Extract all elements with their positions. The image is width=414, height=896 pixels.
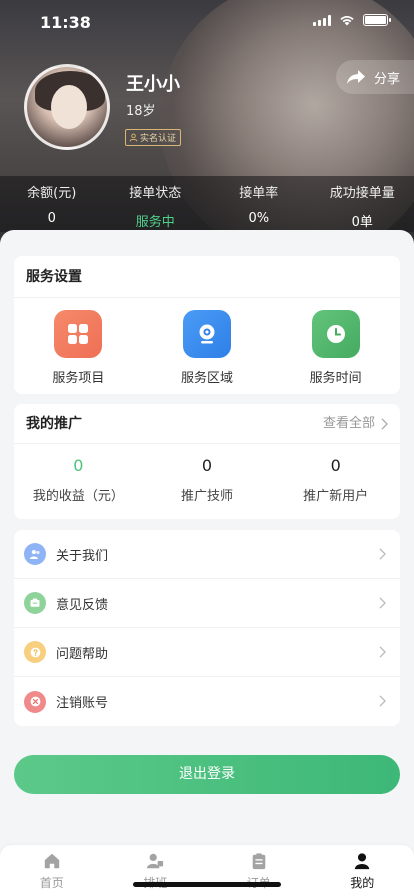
service-item-label: 服务项目 — [52, 371, 105, 386]
users-icon — [24, 543, 46, 565]
share-label: 分享 — [374, 71, 401, 87]
stat-value: 服务中 — [135, 215, 175, 230]
user-name: 王小小 — [126, 74, 180, 95]
tab-label: 我的 — [350, 876, 375, 890]
chevron-right-icon — [379, 695, 386, 707]
person-badge-icon — [129, 133, 138, 142]
verified-badge: 实名认证 — [125, 129, 182, 146]
stat-balance[interactable]: 余额(元) 0 — [0, 176, 104, 232]
verified-label: 实名认证 — [140, 134, 177, 144]
chevron-right-icon — [379, 597, 386, 609]
wifi-icon — [340, 16, 354, 26]
promotion-card: 我的推广 查看全部 0 我的收益（元） 0 推广技师 0 推广新用户 — [14, 404, 400, 519]
avatar[interactable] — [24, 64, 110, 150]
chevron-right-icon — [379, 548, 386, 560]
stat-value: 0% — [248, 211, 270, 226]
stat-value: 0 — [47, 211, 56, 226]
promo-value: 0 — [201, 456, 213, 475]
menu-item-deactivate[interactable]: 注销账号 — [14, 677, 400, 726]
schedule-icon — [147, 853, 164, 869]
stat-order-status[interactable]: 接单状态 服务中 — [104, 176, 208, 232]
promotion-title-text: 我的推广 — [26, 416, 82, 432]
stat-accept-rate: 接单率 0% — [207, 176, 311, 232]
view-all-link[interactable]: 查看全部 — [323, 404, 388, 444]
promo-label: 推广技师 — [181, 489, 234, 504]
feedback-icon — [24, 592, 46, 614]
status-bar: 11:38 — [0, 0, 414, 44]
stats-bar: 余额(元) 0 接单状态 服务中 接单率 0% 成功接单量 0单 — [0, 176, 414, 232]
logout-button[interactable]: 退出登录 — [14, 755, 400, 794]
menu-item-feedback[interactable]: 意见反馈 — [14, 579, 400, 628]
service-item-projects[interactable]: 服务项目 — [14, 298, 143, 402]
promo-earnings[interactable]: 0 我的收益（元） — [14, 444, 143, 514]
tab-home[interactable]: 首页 — [0, 845, 104, 896]
service-item-area[interactable]: 服务区域 — [143, 298, 272, 402]
help-icon — [24, 641, 46, 663]
menu-label: 注销账号 — [56, 696, 109, 711]
menu-item-about[interactable]: 关于我们 — [14, 530, 400, 579]
promo-value: 0 — [330, 456, 341, 475]
close-icon — [24, 690, 46, 713]
promo-new-users[interactable]: 0 推广新用户 — [271, 444, 400, 514]
menu-item-help[interactable]: 问题帮助 — [14, 628, 400, 677]
grid-icon — [54, 310, 103, 358]
tab-label: 首页 — [39, 876, 64, 890]
stat-success-orders: 成功接单量 0单 — [311, 176, 414, 232]
service-item-label: 服务时间 — [309, 371, 362, 386]
signal-icon — [313, 14, 331, 26]
clock-icon — [311, 310, 360, 358]
stat-label: 接单状态 — [129, 186, 182, 201]
home-icon — [44, 853, 59, 869]
menu-label: 关于我们 — [56, 548, 109, 564]
stat-label: 成功接单量 — [329, 186, 395, 201]
order-icon — [252, 853, 266, 870]
chevron-right-icon — [381, 418, 388, 430]
tab-orders[interactable]: 订单 — [207, 845, 311, 896]
menu-label: 意见反馈 — [56, 597, 109, 613]
status-icons — [313, 14, 391, 26]
promo-technicians[interactable]: 0 推广技师 — [143, 444, 272, 514]
menu-card: 关于我们 意见反馈 问题帮助 注销账号 — [14, 530, 400, 726]
home-indicator — [133, 882, 281, 887]
service-settings-title: 服务设置 — [14, 256, 400, 298]
tab-bar: 首页 排班 订单 我的 — [0, 845, 414, 896]
user-age: 18岁 — [126, 104, 156, 119]
share-arrow-icon — [347, 70, 365, 84]
chevron-right-icon — [379, 646, 386, 658]
status-time: 11:38 — [40, 13, 91, 32]
stat-value: 0单 — [351, 215, 373, 230]
battery-icon — [363, 14, 391, 26]
promo-label: 推广新用户 — [303, 489, 369, 504]
service-settings-card: 服务设置 服务项目 服务区域 服务时间 — [14, 256, 400, 394]
share-button[interactable]: 分享 — [336, 60, 414, 94]
view-all-label: 查看全部 — [322, 416, 375, 431]
person-icon — [355, 853, 370, 870]
profile-header: 11:38 王小小 18岁 实名认证 分享 余额(元) 0 接单状态 服务中 接… — [0, 0, 414, 250]
stat-label: 接单率 — [239, 186, 279, 201]
service-item-label: 服务区域 — [181, 371, 234, 386]
service-item-time[interactable]: 服务时间 — [271, 298, 400, 402]
promo-label: 我的收益（元） — [32, 489, 124, 504]
tab-mine[interactable]: 我的 — [311, 845, 414, 896]
promo-value: 0 — [73, 456, 84, 475]
location-icon — [183, 310, 231, 358]
menu-label: 问题帮助 — [56, 646, 109, 662]
promotion-title: 我的推广 查看全部 — [14, 404, 400, 444]
tab-schedule[interactable]: 排班 — [104, 845, 208, 896]
stat-label: 余额(元) — [27, 186, 77, 201]
